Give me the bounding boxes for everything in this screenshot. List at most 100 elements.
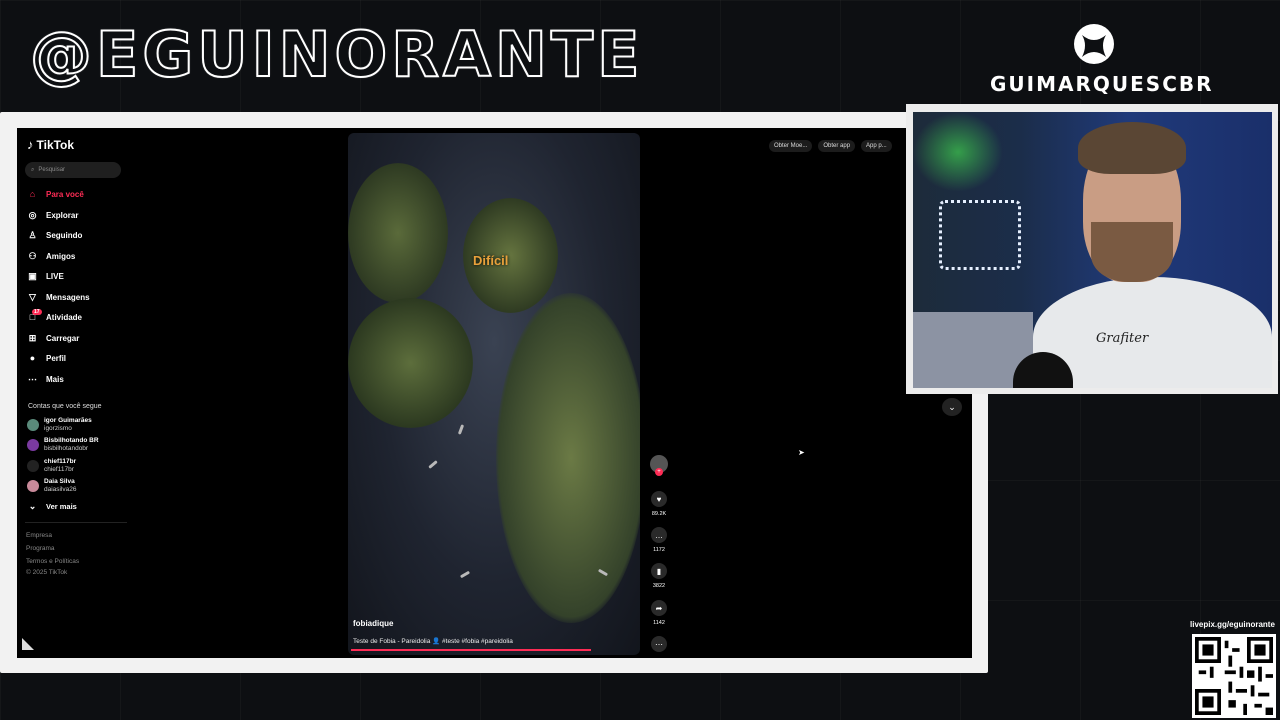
like-button[interactable]: ♥ 89.2K [649,491,669,517]
friends-icon: ⚇ [28,250,37,261]
nav-label: Perfil [46,353,67,363]
ellipsis-icon: ⋯ [651,636,667,652]
webcam-feed: Grafiter [913,112,1272,388]
account-name: Daia Silva [44,478,75,485]
nav-item-profile[interactable]: ● Perfil [27,351,66,365]
upload-icon: ⊞ [28,332,37,343]
sidebar: ♪ TikTok ⌕ Pesquisar ⌂ Para você ◎ Explo… [17,128,132,658]
comment-icon: … [651,527,667,543]
scroll-down-button[interactable]: ⌄ [942,398,962,416]
hair [1078,122,1186,174]
share-icon: ➦ [651,600,667,616]
qr-code [1192,634,1276,718]
nav-item-live[interactable]: ▣ LIVE [27,269,64,283]
save-button[interactable]: ▮ 3822 [649,563,669,589]
following-account[interactable]: Bisbilhotando BR bisbilhotandobr [27,437,99,453]
account-handle: daiasilva26 [44,486,77,493]
nav-item-messages[interactable]: ▽ Mensagens [27,290,90,304]
chevron-down-icon: ⌄ [28,500,37,511]
green-light [913,112,1003,192]
following-account[interactable]: chief117br chief117br [27,458,76,474]
channel-handle: @EGUINORANTE [29,17,644,92]
shirt-text: Grafiter [1096,331,1149,346]
mouse-cursor-icon: ➤ [798,448,805,457]
tiktok-note-icon: ♪ [27,137,34,152]
activity-badge: 17 [32,309,42,315]
get-coins-button[interactable]: Obter Moe... [769,140,813,152]
like-count: 89.2K [651,511,667,517]
video-author[interactable]: fobiadique [353,619,393,628]
bookmark-icon: ▮ [651,563,667,579]
share-count: 1142 [653,620,665,626]
see-more-label: Ver mais [46,501,77,511]
boat [428,460,438,469]
boat [457,424,465,435]
share-button[interactable]: ➦ 1142 [649,600,669,626]
nav-item-friends[interactable]: ⚇ Amigos [27,249,75,263]
avatar [27,460,39,472]
nav-item-explore[interactable]: ◎ Explorar [27,208,79,222]
nav-item-for-you[interactable]: ⌂ Para você [27,187,84,201]
video-progress-bar[interactable] [351,649,591,651]
avatar [27,419,39,431]
beard [1091,222,1173,282]
tiktok-logo[interactable]: ♪ TikTok [27,137,74,152]
account-handle: chief117br [44,466,74,473]
following-account[interactable]: igor Guimarães igorzismo [27,417,92,433]
nav-item-upload[interactable]: ⊞ Carregar [27,331,80,345]
footer-link[interactable]: Empresa [26,532,52,539]
home-icon: ⌂ [29,189,36,199]
nav-item-activity[interactable]: □ 17 Atividade [27,309,83,324]
account-handle: bisbilhotandobr [44,445,89,452]
comment-button[interactable]: … 1172 [649,527,669,553]
pc-app-button[interactable]: App p... [861,140,892,152]
nav-label: Explorar [46,210,79,220]
nav-label: Para você [46,189,84,199]
gamertag: GUIMARQUESCBR [990,72,1214,96]
led-decoration [939,200,1021,270]
account-handle: igorzismo [44,425,72,432]
search-icon: ⌕ [31,166,35,173]
boat [459,570,471,579]
video-overlay-text: Difícil [473,253,509,268]
save-count: 3822 [652,583,666,589]
live-icon: ▣ [28,270,37,281]
compass-icon: ◎ [28,209,37,220]
avatar [27,439,39,451]
nav-label: Carregar [46,333,80,343]
tiktok-page: ♪ TikTok ⌕ Pesquisar ⌂ Para você ◎ Explo… [17,128,972,658]
video-player[interactable]: Difícil fobiadique Teste de Fobia - Pare… [348,133,640,655]
copyright: © 2025 TikTok [26,569,68,576]
nav-label: Amigos [46,251,76,261]
footer-link[interactable]: Termos e Políticas [26,558,79,565]
nav-item-following[interactable]: ♙ Seguindo [27,228,82,242]
follow-plus-icon[interactable]: + [655,468,663,476]
avatar [27,480,39,492]
search-placeholder: Pesquisar [38,167,66,173]
more-options-button[interactable]: ⋯ [649,636,669,652]
messages-icon: ▽ [29,291,36,302]
qr-code-icon [1195,637,1273,715]
more-icon: ⋯ [28,373,37,384]
get-app-button[interactable]: Obter app [818,140,856,152]
video-description: Teste de Fobia - Pareidolia 👤 #teste #fo… [353,638,513,645]
divider [25,522,127,523]
island [348,298,473,428]
island [496,293,640,623]
search-input[interactable]: ⌕ Pesquisar [25,162,121,178]
heart-icon: ♥ [651,491,667,507]
creator-avatar[interactable]: + [650,455,668,476]
see-more-button[interactable]: ⌄ Ver mais [27,499,77,513]
footer-link[interactable]: Programa [26,545,55,552]
account-name: Bisbilhotando BR [44,437,99,444]
xbox-icon [1074,24,1114,64]
following-icon: ♙ [28,229,37,240]
corner-arrow-icon [22,638,34,650]
top-actions: Obter Moe... Obter app App p... [769,140,892,152]
nav-item-more[interactable]: ⋯ Mais [27,372,64,386]
island [348,163,448,303]
nav-label: Atividade [46,312,83,322]
nav-label: Mais [46,374,64,384]
following-account[interactable]: Daia Silva daiasilva26 [27,478,77,494]
tiktok-logo-text: TikTok [36,137,75,152]
